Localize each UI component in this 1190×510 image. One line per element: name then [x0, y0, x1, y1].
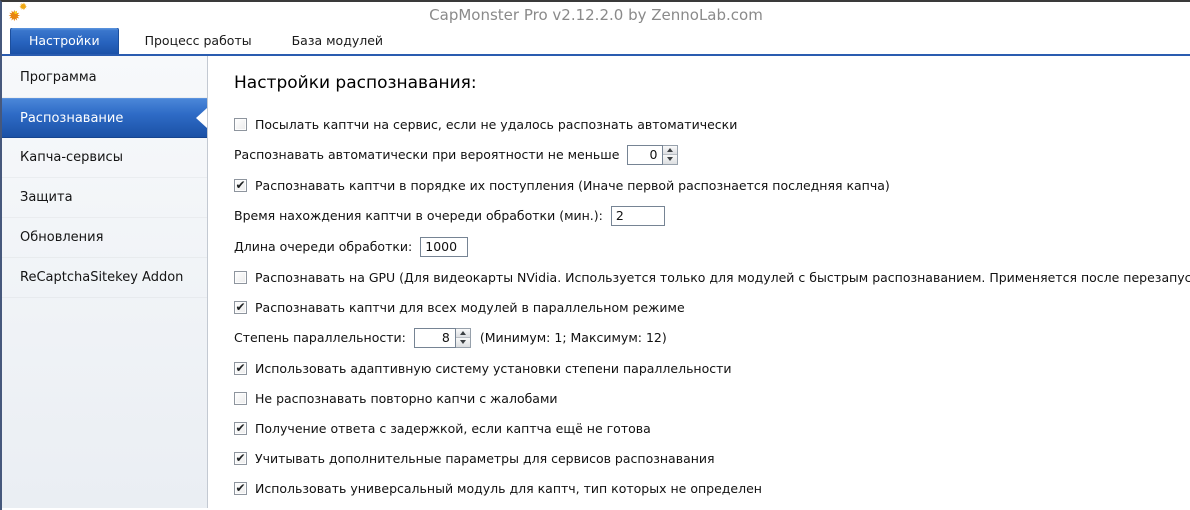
checkbox-parallel-mode[interactable]: ✔	[234, 301, 247, 314]
app-body: Программа Распознавание Капча-сервисы За…	[2, 56, 1190, 508]
checkmark-icon: ✔	[235, 362, 245, 374]
spin-down-button[interactable]	[456, 338, 470, 347]
checkbox-label: Распознавать на GPU (Для видеокарты NVid…	[255, 270, 1190, 285]
setting-row: Не распознавать повторно капчи с жалобам…	[234, 388, 1174, 409]
arrow-up-icon	[460, 331, 466, 335]
checkbox-label: Распознавать каптчи для всех модулей в п…	[255, 300, 685, 315]
checkbox-no-repeat-complaints[interactable]	[234, 392, 247, 405]
checkbox-label: Не распознавать повторно капчи с жалобам…	[255, 391, 558, 406]
spinner-buttons	[456, 328, 471, 348]
checkbox-extra-service-params[interactable]: ✔	[234, 452, 247, 465]
field-label: Степень параллельности:	[234, 330, 406, 345]
spin-up-button[interactable]	[663, 146, 677, 156]
checkbox-label: Посылать каптчи на сервис, если не удало…	[255, 117, 737, 132]
capmonster-window: CapMonster Pro v2.12.2.0 by ZennoLab.com…	[0, 0, 1190, 510]
checkbox-label: Использовать адаптивную систему установк…	[255, 361, 732, 376]
checkbox-label: Получение ответа с задержкой, если каптч…	[255, 421, 651, 436]
gears-icon	[7, 3, 35, 27]
checkbox-label: Учитывать дополнительные параметры для с…	[255, 451, 715, 466]
parallelism-input[interactable]	[414, 328, 456, 348]
setting-row: ✔ Получение ответа с задержкой, если кап…	[234, 418, 1174, 439]
checkbox-delayed-answer[interactable]: ✔	[234, 422, 247, 435]
sidebar-item-recaptchasitekey-addon[interactable]: ReCaptchaSitekey Addon	[2, 258, 207, 298]
field-label: Время нахождения каптчи в очереди обрабо…	[234, 208, 603, 223]
setting-row: Время нахождения каптчи в очереди обрабо…	[234, 205, 1174, 226]
checkmark-icon: ✔	[235, 301, 245, 313]
sidebar-item-protection[interactable]: Защита	[2, 178, 207, 218]
queue-time-input[interactable]	[611, 206, 665, 226]
checkbox-send-to-service[interactable]	[234, 118, 247, 131]
setting-row: Длина очереди обработки:	[234, 236, 1174, 257]
setting-row: ✔ Распознавать каптчи для всех модулей в…	[234, 297, 1174, 318]
spin-up-button[interactable]	[456, 329, 470, 339]
tab-bar: Настройки Процесс работы База модулей	[2, 28, 1190, 56]
checkbox-universal-module[interactable]: ✔	[234, 482, 247, 495]
tab-module-base[interactable]: База модулей	[278, 28, 397, 54]
checkmark-icon: ✔	[235, 179, 245, 191]
checkbox-recognize-in-order[interactable]: ✔	[234, 179, 247, 192]
queue-length-input[interactable]	[420, 237, 468, 257]
probability-spinner	[627, 145, 678, 165]
probability-input[interactable]	[627, 145, 663, 165]
setting-row: ✔ Учитывать дополнительные параметры для…	[234, 448, 1174, 469]
setting-row: Распознавать автоматически при вероятнос…	[234, 144, 1174, 165]
setting-row: Посылать каптчи на сервис, если не удало…	[234, 114, 1174, 135]
tab-settings[interactable]: Настройки	[10, 27, 119, 54]
arrow-up-icon	[667, 148, 673, 152]
titlebar: CapMonster Pro v2.12.2.0 by ZennoLab.com	[2, 2, 1190, 28]
setting-row: Степень параллельности: (Минимум: 1; Мак…	[234, 327, 1174, 348]
spin-down-button[interactable]	[663, 155, 677, 164]
settings-panel: Настройки распознавания: Посылать каптчи…	[208, 56, 1190, 508]
min-max-hint: (Минимум: 1; Максимум: 12)	[480, 330, 667, 345]
checkmark-icon: ✔	[235, 482, 245, 494]
sidebar-item-recognition[interactable]: Распознавание	[2, 98, 207, 138]
parallelism-spinner	[414, 328, 471, 348]
checkbox-gpu[interactable]	[234, 271, 247, 284]
window-title: CapMonster Pro v2.12.2.0 by ZennoLab.com	[2, 2, 1190, 28]
spinner-buttons	[663, 145, 678, 165]
sidebar: Программа Распознавание Капча-сервисы За…	[2, 56, 208, 508]
setting-row: ✔ Использовать адаптивную систему устано…	[234, 358, 1174, 379]
checkbox-label: Распознавать каптчи в порядке их поступл…	[255, 178, 890, 193]
tab-work-process[interactable]: Процесс работы	[131, 28, 266, 54]
arrow-down-icon	[667, 157, 673, 161]
setting-row: Распознавать на GPU (Для видеокарты NVid…	[234, 267, 1174, 288]
setting-row: ✔ Использовать универсальный модуль для …	[234, 478, 1174, 499]
page-title: Настройки распознавания:	[234, 73, 1174, 93]
sidebar-item-updates[interactable]: Обновления	[2, 218, 207, 258]
setting-row: ✔ Распознавать каптчи в порядке их посту…	[234, 175, 1174, 196]
checkmark-icon: ✔	[235, 452, 245, 464]
checkbox-adaptive-parallelism[interactable]: ✔	[234, 362, 247, 375]
checkbox-label: Использовать универсальный модуль для ка…	[255, 481, 762, 496]
field-label: Длина очереди обработки:	[234, 239, 412, 254]
field-label: Распознавать автоматически при вероятнос…	[234, 147, 619, 162]
sidebar-item-program[interactable]: Программа	[2, 58, 207, 98]
arrow-down-icon	[460, 340, 466, 344]
sidebar-item-captcha-services[interactable]: Капча-сервисы	[2, 138, 207, 178]
checkmark-icon: ✔	[235, 422, 245, 434]
